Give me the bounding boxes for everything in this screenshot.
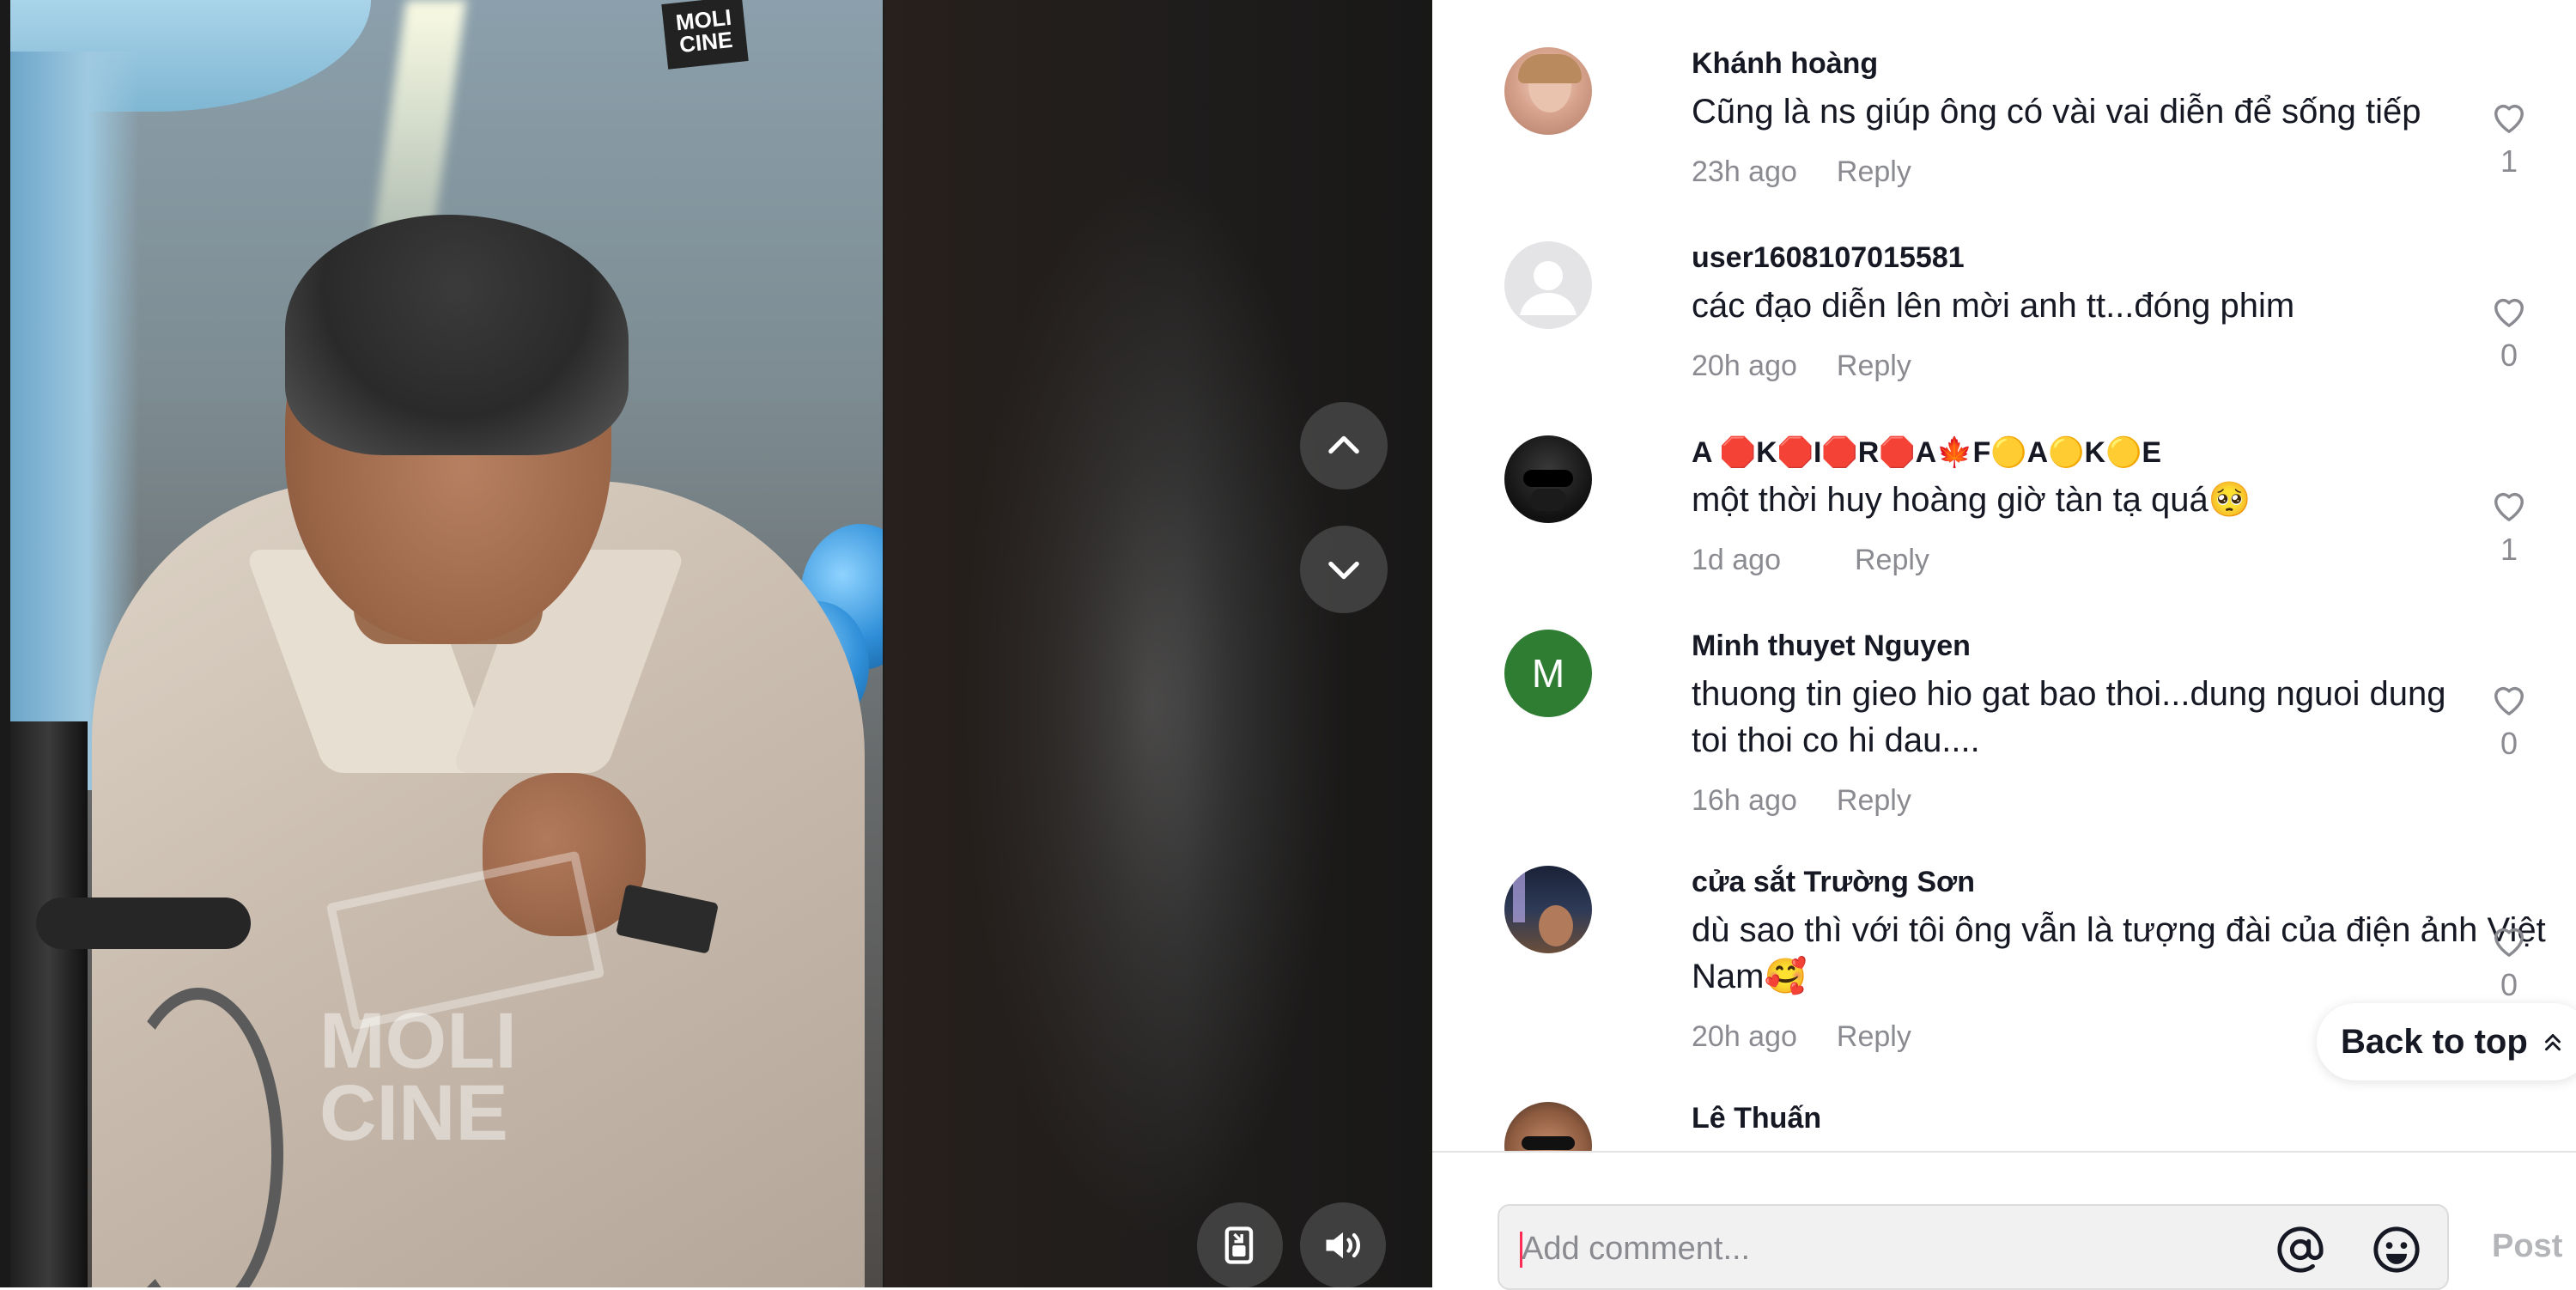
comment-time: 20h ago	[1692, 350, 1797, 382]
wheelchair-armrest	[36, 898, 251, 949]
comment-text: thuong tin gieo hio gat bao thoi...dung …	[1692, 675, 2446, 759]
comment-meta: 20h ago Reply	[1692, 350, 1911, 383]
avatar-face	[1539, 905, 1573, 946]
avatar-letter: M	[1531, 651, 1565, 696]
comment-username[interactable]: Minh thuyet Nguyen	[1692, 630, 1971, 663]
comment-meta: 23h ago Reply	[1692, 155, 1911, 189]
comment-time: 23h ago	[1692, 155, 1797, 188]
like-button[interactable]: 1	[2483, 99, 2535, 180]
comment-text: dù sao thì với tôi ông vẫn là tượng đài …	[1692, 911, 2546, 995]
reply-button[interactable]: Reply	[1837, 155, 1911, 188]
comment-text: các đạo diễn lên mời anh tt...đóng phim	[1692, 287, 2295, 325]
watermark-large: MOLI CINE	[319, 997, 594, 1157]
comments-panel[interactable]: Khánh hoàng Cũng là ns giúp ông có vài v…	[1432, 0, 2576, 1151]
post-button[interactable]: Post	[2492, 1228, 2562, 1265]
comment-placeholder: Add comment...	[1522, 1231, 1751, 1267]
next-video-button[interactable]	[1300, 526, 1388, 613]
watermark-logo: MOLI CINE	[661, 0, 749, 70]
reply-button[interactable]: Reply	[1837, 350, 1911, 382]
heart-icon	[2494, 104, 2524, 133]
comment-time: 16h ago	[1692, 784, 1797, 817]
comment-username[interactable]: Lê Thuấn	[1692, 1102, 1821, 1135]
comment-meta: 1d ago Reply	[1692, 544, 1929, 577]
emoji-icon[interactable]	[2372, 1225, 2421, 1275]
comment-time: 1d ago	[1692, 544, 1781, 576]
avatar[interactable]	[1504, 1102, 1592, 1151]
video-frame[interactable]: MOLI CINE MOLI CINE	[10, 0, 883, 1287]
wheelchair	[10, 721, 88, 1287]
comment-item: Khánh hoàng Cũng là ns giúp ông có vài v…	[1504, 47, 2561, 193]
double-chevron-up-icon	[2544, 1034, 2561, 1051]
heart-icon	[2494, 492, 2524, 521]
comment-username[interactable]: cửa sắt Trường Sơn	[1692, 866, 1975, 899]
avatar[interactable]	[1504, 866, 1592, 953]
heart-icon	[2494, 928, 2524, 957]
reply-button[interactable]: Reply	[1837, 1020, 1911, 1053]
avatar[interactable]: M	[1504, 630, 1592, 717]
comment-item: Lê Thuấn	[1504, 1102, 2561, 1151]
avatar-hair	[1518, 54, 1582, 83]
watermark-line1: MOLI	[319, 997, 517, 1085]
comment-item: user1608107015581 các đạo diễn lên mời a…	[1504, 241, 2561, 387]
back-to-top-label: Back to top	[2341, 1022, 2528, 1061]
chevron-up-icon	[1328, 435, 1359, 454]
chevron-down-icon	[1328, 561, 1359, 580]
default-avatar-icon	[1520, 261, 1577, 315]
volume-button[interactable]	[1300, 1202, 1386, 1287]
avatar[interactable]	[1504, 435, 1592, 523]
comment-item: A 🛑K🛑I🛑R🛑A🍁F🟡A🟡K🟡E một thời huy hoàng gi…	[1504, 435, 2561, 581]
like-button[interactable]: 0	[2483, 922, 2535, 1003]
like-count: 1	[2500, 532, 2518, 567]
comment-item: M Minh thuyet Nguyen thuong tin gieo hio…	[1504, 630, 2561, 827]
comment-meta: 20h ago Reply	[1692, 1020, 1911, 1054]
like-button[interactable]: 0	[2483, 293, 2535, 374]
comment-text: Cũng là ns giúp ông có vài vai diễn để s…	[1692, 93, 2421, 131]
comment-time: 20h ago	[1692, 1020, 1797, 1053]
comment-username[interactable]: user1608107015581	[1692, 241, 1965, 275]
like-count: 0	[2500, 967, 2518, 1002]
miniplayer-icon	[1224, 1226, 1254, 1264]
comment-meta: 16h ago Reply	[1692, 784, 1911, 818]
heart-icon	[2494, 298, 2524, 327]
comment-username[interactable]: Khánh hoàng	[1692, 47, 1878, 81]
like-count: 0	[2500, 338, 2518, 373]
avatar-mask	[1530, 489, 1566, 511]
like-button[interactable]: 0	[2483, 681, 2535, 762]
comment-input-bar: Add comment... Post	[1432, 1151, 2576, 1290]
avatar[interactable]	[1504, 47, 1592, 135]
avatar-building	[1513, 871, 1525, 922]
like-count: 0	[2500, 726, 2518, 761]
comment-input[interactable]: Add comment...	[1498, 1204, 2449, 1290]
previous-video-button[interactable]	[1300, 402, 1388, 490]
watermark-line2: CINE	[319, 1069, 508, 1157]
back-to-top-button[interactable]: Back to top	[2317, 1003, 2576, 1080]
avatar-sunglasses	[1522, 1136, 1575, 1150]
at-icon[interactable]	[2275, 1225, 2325, 1275]
comment-text: một thời huy hoàng giờ tàn tạ quá🥺	[1692, 481, 2251, 519]
reply-button[interactable]: Reply	[1855, 544, 1929, 576]
video-edge	[0, 0, 10, 1287]
heart-icon	[2494, 686, 2524, 715]
like-button[interactable]: 1	[2483, 487, 2535, 568]
person-hair	[285, 215, 629, 455]
volume-icon	[1326, 1232, 1361, 1259]
avatar-sunglasses	[1523, 470, 1573, 487]
video-player[interactable]: MOLI CINE MOLI CINE	[0, 0, 1432, 1287]
miniplayer-button[interactable]	[1197, 1202, 1283, 1287]
avatar[interactable]	[1504, 241, 1592, 329]
like-count: 1	[2500, 143, 2518, 179]
comment-username[interactable]: A 🛑K🛑I🛑R🛑A🍁F🟡A🟡K🟡E	[1692, 435, 2161, 470]
reply-button[interactable]: Reply	[1837, 784, 1911, 817]
